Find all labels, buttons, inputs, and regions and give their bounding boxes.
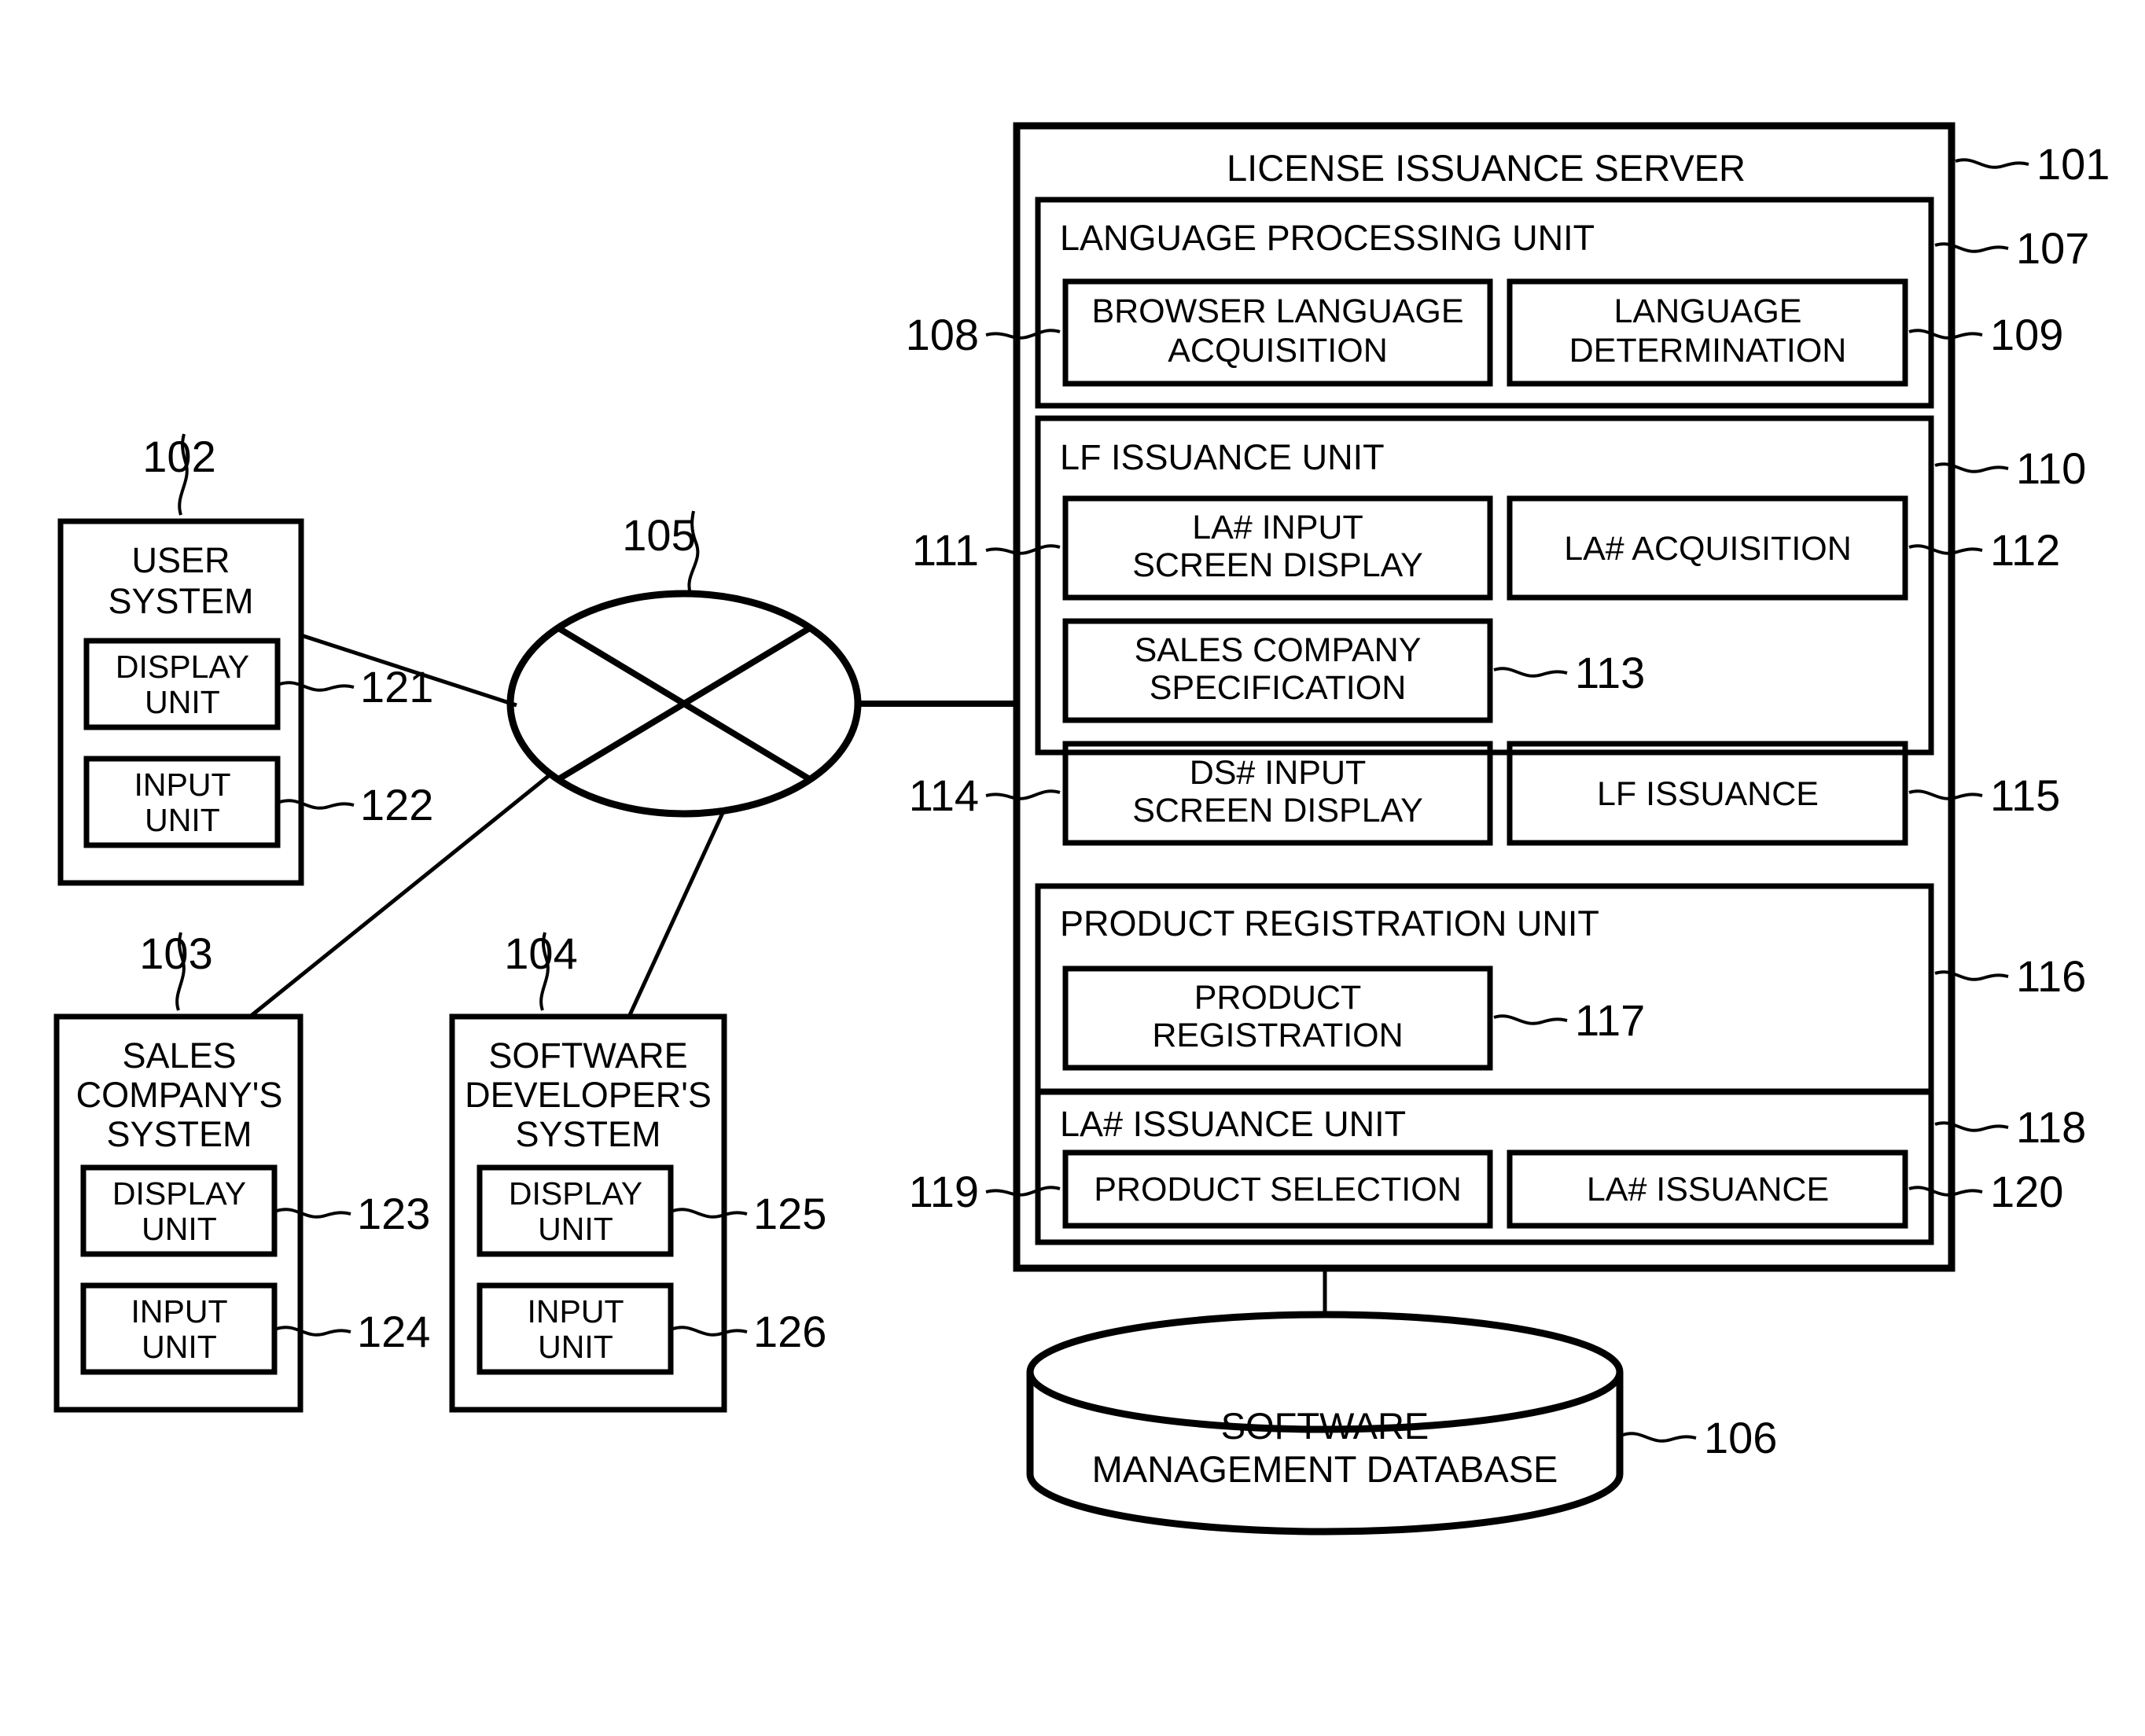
ref-label-110: 110 (2016, 443, 2086, 493)
ref-label-126: 126 (753, 1307, 826, 1356)
user-input-unit-label-line1: INPUT (134, 767, 231, 803)
ref-label-101: 101 (2036, 139, 2110, 189)
ref-label-104: 104 (504, 929, 577, 978)
la-input-screen-display-label-line2: SCREEN DISPLAY (1132, 546, 1423, 584)
sales-input-unit-label-line1: INPUT (131, 1293, 228, 1330)
sales-input-unit-label-line2: UNIT (142, 1329, 217, 1365)
ref-label-109: 109 (1990, 310, 2063, 359)
database-label-line1: SOFTWARE (1221, 1405, 1429, 1447)
ds-input-screen-display-label-line1: DS# INPUT (1190, 754, 1367, 792)
developer-display-unit-label-line1: DISPLAY (509, 1175, 642, 1212)
lf-issuance-unit-title: LF ISSUANCE UNIT (1060, 437, 1385, 477)
ref-label-119: 119 (909, 1167, 979, 1216)
ref-label-116: 116 (2016, 951, 2086, 1001)
database-label-line2: MANAGEMENT DATABASE (1092, 1448, 1558, 1490)
user-system-title-line2: SYSTEM (108, 581, 253, 621)
ref-label-108: 108 (906, 310, 979, 359)
sales-display-unit-label-line1: DISPLAY (112, 1175, 246, 1212)
la-issuance-label: LA# ISSUANCE (1587, 1171, 1829, 1208)
product-selection-label: PRODUCT SELECTION (1094, 1171, 1462, 1208)
ref-label-103: 103 (139, 929, 212, 978)
ref-label-114: 114 (909, 771, 979, 820)
user-system-title-line1: USER (131, 540, 230, 580)
ref-label-124: 124 (357, 1307, 430, 1356)
ref-label-121: 121 (360, 662, 433, 712)
product-registration-label-line2: REGISTRATION (1152, 1017, 1403, 1054)
language-processing-unit-title: LANGUAGE PROCESSING UNIT (1060, 218, 1595, 258)
ref-label-106: 106 (1704, 1413, 1777, 1462)
language-determination-label-line1: LANGUAGE (1614, 292, 1802, 330)
product-registration-unit-title: PRODUCT REGISTRATION UNIT (1060, 903, 1599, 943)
developer-input-unit-label-line1: INPUT (528, 1293, 624, 1330)
ref-label-107: 107 (2016, 223, 2089, 273)
lf-issuance-label: LF ISSUANCE (1597, 775, 1819, 813)
la-acquisition-label: LA# ACQUISITION (1564, 530, 1852, 568)
ref-label-102: 102 (142, 432, 215, 481)
developer-display-unit-label-line2: UNIT (538, 1211, 613, 1247)
ref-label-111: 111 (912, 525, 979, 575)
sales-company-title-line3: SYSTEM (106, 1114, 252, 1154)
developer-title-line3: SYSTEM (515, 1114, 660, 1154)
sales-display-unit-label-line2: UNIT (142, 1211, 217, 1247)
ref-label-113: 113 (1575, 648, 1645, 697)
developer-input-unit-label-line2: UNIT (538, 1329, 613, 1365)
sales-company-title-line2: COMPANY'S (76, 1075, 283, 1115)
ds-input-screen-display-label-line2: SCREEN DISPLAY (1132, 792, 1423, 829)
browser-language-acquisition-label-line2: ACQUISITION (1168, 332, 1388, 370)
user-display-unit-label-line1: DISPLAY (116, 649, 249, 685)
sales-company-title-line1: SALES (122, 1035, 236, 1076)
ref-label-112: 112 (1990, 525, 2060, 575)
sales-company-specification-label-line2: SPECIFICATION (1150, 669, 1407, 707)
ref-label-105: 105 (622, 510, 695, 560)
browser-language-acquisition-label-line1: BROWSER LANGUAGE (1091, 292, 1463, 330)
user-display-unit-label-line2: UNIT (145, 684, 220, 720)
ref-label-123: 123 (357, 1189, 430, 1238)
ref-label-125: 125 (753, 1189, 826, 1238)
language-determination-label-line2: DETERMINATION (1569, 332, 1847, 370)
user-input-unit-label-line2: UNIT (145, 802, 220, 838)
la-issuance-unit-title: LA# ISSUANCE UNIT (1060, 1104, 1406, 1144)
ref-label-115: 115 (1990, 771, 2060, 820)
ref-label-117: 117 (1575, 995, 1645, 1045)
patent-figure-canvas: 105 USER SYSTEM DISPLAY UNIT INPUT UNIT … (0, 0, 2145, 1736)
sales-company-specification-label-line1: SALES COMPANY (1135, 631, 1422, 669)
la-input-screen-display-label-line1: LA# INPUT (1192, 509, 1363, 546)
server-title: LICENSE ISSUANCE SERVER (1227, 147, 1746, 189)
ref-label-120: 120 (1990, 1167, 2063, 1216)
block-diagram: 105 USER SYSTEM DISPLAY UNIT INPUT UNIT … (0, 0, 2145, 1736)
product-registration-label-line1: PRODUCT (1194, 979, 1362, 1017)
developer-title-line1: SOFTWARE (488, 1035, 687, 1076)
ref-label-122: 122 (360, 780, 433, 829)
developer-title-line2: DEVELOPER'S (465, 1075, 712, 1115)
ref-label-118: 118 (2016, 1102, 2086, 1152)
